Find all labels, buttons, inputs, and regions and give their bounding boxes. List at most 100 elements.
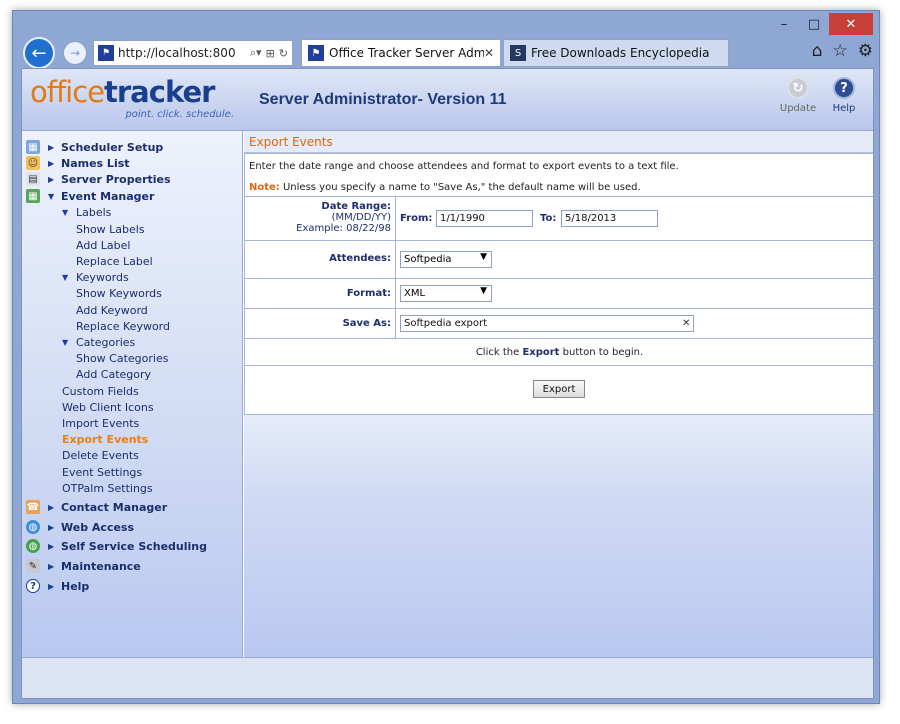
note-body: Unless you specify a name to "Save As," …	[279, 182, 641, 193]
wrench-icon: ✎	[26, 559, 40, 573]
attendees-label: Attendees:	[245, 241, 396, 278]
refresh-icon[interactable]: ↻	[279, 47, 288, 60]
tab-office-tracker[interactable]: ⚑ Office Tracker Server Admi... ✕	[301, 39, 501, 67]
expand-arrow-icon[interactable]: ▶	[48, 582, 54, 591]
hint-bold: Export	[522, 347, 560, 358]
close-tab-icon[interactable]: ✕	[484, 46, 500, 60]
search-icon[interactable]: ⌕▾	[250, 46, 262, 60]
maximize-button[interactable]: □	[799, 13, 829, 35]
collapse-arrow-icon[interactable]: ▼	[62, 273, 68, 282]
tab-softpedia[interactable]: S Free Downloads Encyclopedia	[503, 39, 729, 67]
export-form: Enter the date range and choose attendee…	[244, 153, 873, 415]
compat-view-icon[interactable]: ⊞	[266, 47, 275, 60]
help-icon: ?	[833, 77, 855, 99]
clear-input-icon[interactable]: ✕	[682, 318, 690, 329]
expand-arrow-icon[interactable]: ▶	[48, 503, 54, 512]
sidebar-item-label: Self Service Scheduling	[61, 539, 208, 553]
format-row: Format: XML ▼	[245, 278, 873, 308]
site-favicon-icon: ⚑	[308, 45, 324, 61]
tab-label: Free Downloads Encyclopedia	[531, 46, 710, 60]
sidebar-item-label: Contact Manager	[61, 500, 168, 514]
softpedia-favicon-icon: S	[510, 45, 526, 61]
export-button[interactable]: Export	[533, 380, 585, 398]
update-label: Update	[779, 103, 817, 114]
update-button[interactable]: ↻ Update	[778, 77, 818, 114]
sidebar-item-label: Web Client Icons	[62, 400, 154, 414]
save-as-input[interactable]	[400, 315, 694, 332]
hint-pre: Click the	[475, 347, 523, 358]
expand-arrow-icon[interactable]: ▶	[48, 523, 54, 532]
to-label: To:	[540, 213, 557, 224]
sidebar-item-label: Event Settings	[62, 465, 143, 479]
save-as-label: Save As:	[245, 309, 396, 338]
sidebar-item-label: Export Events	[62, 432, 149, 446]
format-select[interactable]: XML ▼	[400, 285, 492, 302]
event-icon: ▦	[26, 189, 40, 203]
globe-icon: ◍	[26, 539, 40, 553]
sidebar-item-label: Show Labels	[76, 222, 145, 236]
collapse-arrow-icon[interactable]: ▼	[62, 338, 68, 347]
date-range-label-cell: Date Range: (MM/DD/YY) Example: 08/22/98	[245, 197, 396, 240]
browser-window: – □ ✕ ← → ⚑ http://localhost:800 ⌕▾ ⊞ ↻ …	[12, 10, 880, 704]
date-format-hint: (MM/DD/YY)	[331, 212, 391, 223]
sidebar-item-label: Delete Events	[62, 448, 139, 462]
sidebar-item-label: Event Manager	[61, 189, 155, 203]
sidebar-item-label: Labels	[76, 205, 112, 219]
from-date-input[interactable]	[436, 210, 533, 227]
to-date-input[interactable]	[561, 210, 658, 227]
address-url[interactable]: http://localhost:800	[118, 46, 250, 60]
address-bar[interactable]: ⚑ http://localhost:800 ⌕▾ ⊞ ↻	[93, 40, 293, 66]
page-content: officetracker point. click. schedule. Se…	[21, 68, 874, 699]
browser-nav-icons: ⌂ ☆ ⚙	[812, 41, 873, 61]
sidebar-item-label: Web Access	[61, 520, 135, 534]
expand-arrow-icon[interactable]: ▶	[48, 542, 54, 551]
sidebar-item-label: Categories	[76, 335, 136, 349]
tab-label: Office Tracker Server Admi...	[329, 46, 484, 60]
expand-arrow-icon[interactable]: ▶	[48, 562, 54, 571]
help-icon: ?	[26, 579, 40, 593]
save-as-row: Save As: ✕	[245, 308, 873, 338]
hint-row: Click the Export button to begin.	[245, 338, 873, 366]
attendees-select[interactable]: Softpedia ▼	[400, 251, 492, 268]
from-label: From:	[400, 213, 433, 224]
date-range-row: Date Range: (MM/DD/YY) Example: 08/22/98…	[245, 196, 873, 240]
update-icon: ↻	[787, 77, 809, 99]
expand-arrow-icon[interactable]: ▶	[48, 143, 54, 152]
sidebar-nav: ▦ ▶ Scheduler Setup ☺ ▶ Names List ▤ ▶ S…	[22, 131, 243, 657]
settings-gear-icon[interactable]: ⚙	[858, 41, 873, 61]
note-text: Note: Unless you specify a name to "Save…	[249, 182, 641, 193]
back-arrow-icon[interactable]: ←	[23, 37, 55, 69]
expand-arrow-icon[interactable]: ▶	[48, 175, 54, 184]
attendees-row: Attendees: Softpedia ▼	[245, 240, 873, 278]
favorites-star-icon[interactable]: ☆	[833, 41, 848, 61]
collapse-arrow-icon[interactable]: ▼	[48, 192, 54, 201]
home-icon[interactable]: ⌂	[812, 41, 823, 61]
sidebar-item-label: Import Events	[62, 416, 140, 430]
logo-tracker-text: tracker	[104, 75, 215, 109]
help-label: Help	[832, 103, 856, 114]
window-controls: – □ ✕	[769, 13, 873, 35]
minimize-button[interactable]: –	[769, 13, 799, 35]
close-button[interactable]: ✕	[829, 13, 873, 35]
chevron-down-icon: ▼	[480, 286, 487, 296]
browser-toolbar: ← → ⚑ http://localhost:800 ⌕▾ ⊞ ↻ ⚑ Offi…	[21, 37, 873, 69]
expand-arrow-icon[interactable]: ▶	[48, 159, 54, 168]
attendees-value: Softpedia	[404, 254, 452, 265]
sidebar-item-label: Replace Keyword	[76, 319, 170, 333]
logo-office-text: office	[30, 75, 105, 109]
sidebar-item-label: Custom Fields	[62, 384, 139, 398]
note-label: Note:	[249, 182, 280, 193]
page-title: Server Administrator- Version 11	[259, 91, 507, 108]
globe-icon: ◍	[26, 520, 40, 534]
date-example-hint: Example: 08/22/98	[296, 223, 391, 234]
help-button[interactable]: ? Help	[824, 77, 864, 114]
main-content: Export Events Enter the date range and c…	[244, 131, 873, 657]
contact-icon: ☎	[26, 500, 40, 514]
sidebar-item-label: Server Properties	[61, 172, 171, 186]
chevron-down-icon: ▼	[480, 252, 487, 262]
calendar-icon: ▦	[26, 140, 40, 154]
forward-arrow-icon[interactable]: →	[63, 41, 87, 65]
collapse-arrow-icon[interactable]: ▼	[62, 208, 68, 217]
sidebar-item-label: Help	[61, 579, 90, 593]
sidebar-item-label: Add Category	[76, 367, 152, 381]
